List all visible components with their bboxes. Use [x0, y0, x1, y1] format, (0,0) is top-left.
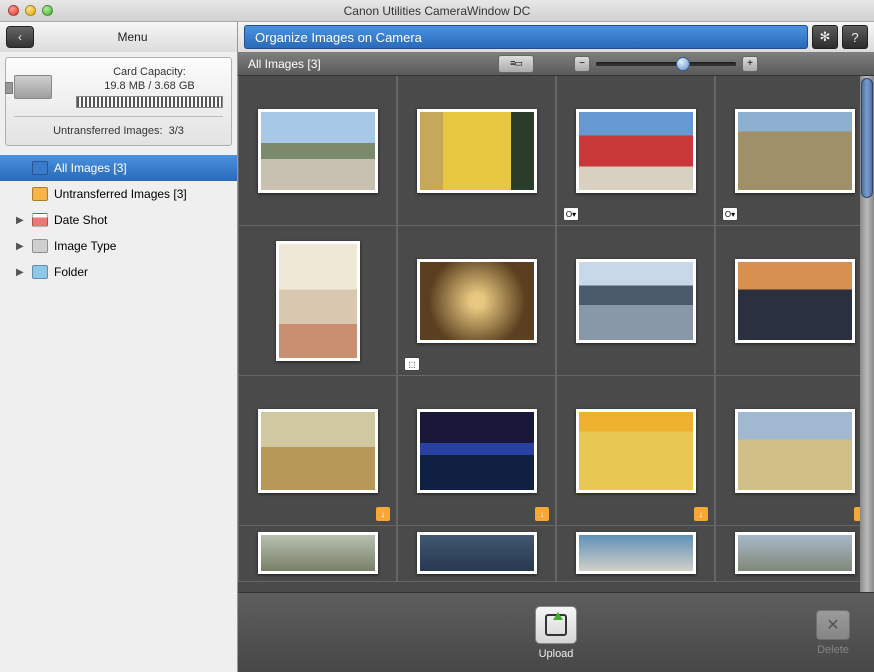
zoom-out-button[interactable]: −: [574, 56, 590, 72]
back-button[interactable]: ‹: [6, 26, 34, 48]
disclosure-triangle-icon: ▶: [16, 215, 26, 226]
thumbnail-cell[interactable]: ⬚: [397, 226, 556, 376]
transfer-flag-icon: ↓: [694, 507, 708, 521]
delete-button[interactable]: ✕: [816, 610, 850, 640]
category-tree: All Images [3] Untransferred Images [3] …: [0, 151, 237, 285]
thumbnail-image[interactable]: [735, 259, 855, 343]
all-images-icon: [32, 161, 48, 175]
organize-section: Organize Images on Camera ✻ ?: [238, 22, 874, 52]
close-icon: ✕: [826, 615, 839, 635]
upload-button[interactable]: [535, 606, 577, 644]
thumbnail-image[interactable]: [258, 109, 378, 193]
thumbnail-image[interactable]: [417, 409, 537, 493]
card-capacity-panel: Card Capacity: 19.8 MB / 3.68 GB Untrans…: [5, 57, 232, 146]
thumbnail-cell[interactable]: O▾: [556, 76, 715, 226]
sidebar: Card Capacity: 19.8 MB / 3.68 GB Untrans…: [0, 52, 238, 672]
thumbnail-image[interactable]: [576, 409, 696, 493]
card-capacity-label: Card Capacity:: [76, 66, 223, 78]
tree-image-type[interactable]: ▶ Image Type: [0, 233, 237, 259]
tree-label: Folder: [54, 265, 88, 279]
thumbnail-image[interactable]: [258, 409, 378, 493]
disclosure-triangle-icon: ▶: [16, 267, 26, 278]
thumbnail-image[interactable]: [735, 409, 855, 493]
zoom-slider[interactable]: [596, 62, 736, 66]
list-view-button[interactable]: ≡▭: [498, 55, 534, 73]
list-icon: ≡▭: [510, 58, 522, 69]
thumbnail-image[interactable]: [417, 532, 537, 574]
untransferred-label: Untransferred Images:: [53, 125, 162, 137]
transfer-flag-icon: ↓: [376, 507, 390, 521]
thumbnail-cell[interactable]: ↓: [397, 376, 556, 526]
zoom-slider-thumb[interactable]: [676, 57, 690, 71]
untransferred-icon: [32, 187, 48, 201]
help-icon: ?: [851, 30, 858, 45]
thumbnail-cell[interactable]: ↓: [556, 376, 715, 526]
camera-icon: [14, 69, 66, 105]
thumbnail-cell[interactable]: ↓: [715, 376, 874, 526]
card-capacity-value: 19.8 MB / 3.68 GB: [76, 80, 223, 92]
tree-label: All Images [3]: [54, 161, 127, 175]
thumbnail-image[interactable]: [417, 109, 537, 193]
thumbnail-image[interactable]: [576, 259, 696, 343]
thumbnail-image[interactable]: [576, 109, 696, 193]
window-title: Canon Utilities CameraWindow DC: [0, 4, 874, 18]
tree-folder[interactable]: ▶ Folder: [0, 259, 237, 285]
thumbnail-cell[interactable]: O▾: [715, 76, 874, 226]
zoom-in-button[interactable]: +: [742, 56, 758, 72]
thumbnail-cell[interactable]: [397, 76, 556, 226]
thumbnail-cell[interactable]: [397, 526, 556, 582]
action-bar: Upload ✕ Delete: [238, 592, 874, 672]
upload-icon: [545, 614, 567, 636]
vertical-scrollbar[interactable]: [860, 76, 874, 592]
upload-label: Upload: [539, 648, 574, 660]
thumbnail-grid: O▾ O▾ ⬚ ↓ ↓ ↓ ↓: [238, 76, 874, 582]
grid-header: All Images [3] ≡▭ − +: [238, 52, 874, 76]
capacity-progress-bar: [76, 96, 223, 108]
thumbnail-cell[interactable]: [238, 526, 397, 582]
image-type-icon: [32, 239, 48, 253]
magnifier-plus-icon: +: [747, 58, 753, 69]
thumbnail-cell[interactable]: [238, 226, 397, 376]
calendar-icon: [32, 213, 48, 227]
tree-label: Untransferred Images [3]: [54, 187, 187, 201]
gear-icon: ✻: [820, 29, 831, 45]
thumbnail-cell[interactable]: [238, 76, 397, 226]
settings-button[interactable]: ✻: [812, 25, 838, 49]
menu-section: ‹ Menu: [0, 22, 238, 52]
tree-label: Date Shot: [54, 213, 107, 227]
tree-label: Image Type: [54, 239, 116, 253]
window-titlebar: Canon Utilities CameraWindow DC: [0, 0, 874, 22]
disclosure-triangle-icon: ▶: [16, 241, 26, 252]
main-panel: All Images [3] ≡▭ − + O▾ O▾ ⬚ ↓ ↓ ↓ ↓ Upload: [238, 52, 874, 672]
folder-icon: [32, 265, 48, 279]
thumbnail-cell[interactable]: [715, 526, 874, 582]
thumbnail-cell[interactable]: [556, 526, 715, 582]
organize-title: Organize Images on Camera: [244, 25, 808, 49]
transfer-flag-icon: ↓: [535, 507, 549, 521]
thumbnail-cell[interactable]: ↓: [238, 376, 397, 526]
delete-label: Delete: [817, 644, 849, 656]
thumbnail-cell[interactable]: [556, 226, 715, 376]
thumbnail-image[interactable]: [417, 259, 537, 343]
thumbnail-cell[interactable]: [715, 226, 874, 376]
tree-all-images[interactable]: All Images [3]: [0, 155, 237, 181]
grid-header-label: All Images [3]: [238, 57, 498, 71]
thumbnail-image[interactable]: [258, 532, 378, 574]
tree-untransferred[interactable]: Untransferred Images [3]: [0, 181, 237, 207]
menu-label: Menu: [34, 30, 231, 44]
thumbnail-image[interactable]: [735, 109, 855, 193]
protect-badge-icon: O▾: [722, 207, 738, 221]
scrollbar-thumb[interactable]: [861, 78, 873, 198]
chevron-left-icon: ‹: [18, 30, 22, 44]
thumbnail-image[interactable]: [735, 532, 855, 574]
protect-badge-icon: O▾: [563, 207, 579, 221]
magnifier-minus-icon: −: [579, 58, 585, 69]
thumbnail-image[interactable]: [276, 241, 360, 361]
thumbnail-image[interactable]: [576, 532, 696, 574]
untransferred-value: 3/3: [169, 125, 184, 137]
tree-date-shot[interactable]: ▶ Date Shot: [0, 207, 237, 233]
help-button[interactable]: ?: [842, 25, 868, 49]
protect-badge-icon: ⬚: [404, 357, 420, 371]
